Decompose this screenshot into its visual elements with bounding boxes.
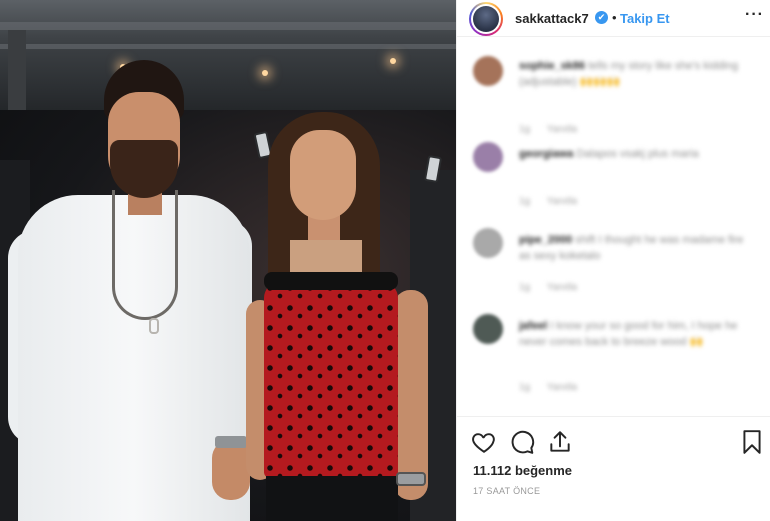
photo-woman-pants	[266, 476, 398, 521]
photo-beam	[0, 22, 456, 30]
comment-meta[interactable]: 1g Yanıtla	[519, 282, 577, 293]
comments-list[interactable]: sophie_sk86 tells my story like she's ki…	[457, 38, 770, 416]
more-options-icon[interactable]: ···	[745, 6, 764, 24]
post-header: sakkattack7 ✔ • Takip Et ···	[457, 0, 770, 37]
photo-woman-lace-trim	[264, 272, 398, 290]
comment-icon[interactable]	[509, 429, 535, 455]
comment-text: jafeel I know your so good for him, I ho…	[519, 318, 749, 350]
verified-badge-icon: ✔	[595, 11, 608, 24]
comment-avatar[interactable]	[473, 314, 503, 344]
photo-woman-arm	[394, 290, 428, 500]
photo-man-hand	[212, 440, 250, 500]
author-username[interactable]: sakkattack7	[515, 11, 589, 26]
post-timestamp[interactable]: 17 SAAT ÖNCE	[473, 486, 540, 496]
comment-author[interactable]: pipe_2000	[519, 234, 572, 246]
heart-icon[interactable]	[471, 429, 497, 455]
photo-woman-leopard-top	[264, 282, 398, 478]
photo-light	[262, 70, 268, 76]
bookmark-icon[interactable]	[739, 429, 765, 455]
avatar-ring-inner	[471, 4, 501, 34]
comment-author[interactable]: jafeel	[519, 320, 547, 332]
comment-author[interactable]: sophie_sk86	[519, 60, 585, 72]
share-icon[interactable]	[547, 429, 573, 455]
photo-beam	[0, 44, 456, 49]
header-separator: •	[612, 10, 617, 25]
comment-body: Dalapos vsakj plus maria	[576, 148, 699, 160]
comment-meta[interactable]: 1g Yanıtla	[519, 382, 577, 393]
comment-avatar[interactable]	[473, 142, 503, 172]
comment-text: georgiawa Dalapos vsakj plus maria	[519, 146, 749, 162]
comment-avatar[interactable]	[473, 56, 503, 86]
photo-light	[390, 58, 396, 64]
comment-body: I know your so good for him, I hope he n…	[519, 320, 738, 348]
comment-text: sophie_sk86 tells my story like she's ki…	[519, 58, 749, 90]
photo-ceiling	[0, 0, 456, 110]
post-actions-bar: 11.112 beğenme 17 SAAT ÖNCE	[457, 416, 770, 521]
likes-count[interactable]: 11.112 beğenme	[473, 463, 572, 478]
comment-author[interactable]: georgiawa	[519, 148, 573, 160]
photo-woman-watch	[396, 472, 426, 486]
photo-man-watch	[215, 436, 247, 448]
author-avatar[interactable]	[469, 2, 503, 36]
comment-meta[interactable]: 1g Yanıtla	[519, 124, 577, 135]
photo-necklace	[112, 190, 178, 320]
avatar-image	[473, 6, 499, 32]
photo-woman-face	[290, 130, 356, 220]
comment-meta[interactable]: 1g Yanıtla	[519, 196, 577, 207]
comment-text: pipe_2000 shift I thought he was madame …	[519, 232, 749, 264]
photo-pendant	[149, 318, 159, 334]
post-side-panel: sakkattack7 ✔ • Takip Et ··· sophie_sk86…	[456, 0, 770, 521]
post-photo[interactable]	[0, 0, 456, 521]
comment-avatar[interactable]	[473, 228, 503, 258]
follow-button[interactable]: Takip Et	[620, 11, 670, 26]
